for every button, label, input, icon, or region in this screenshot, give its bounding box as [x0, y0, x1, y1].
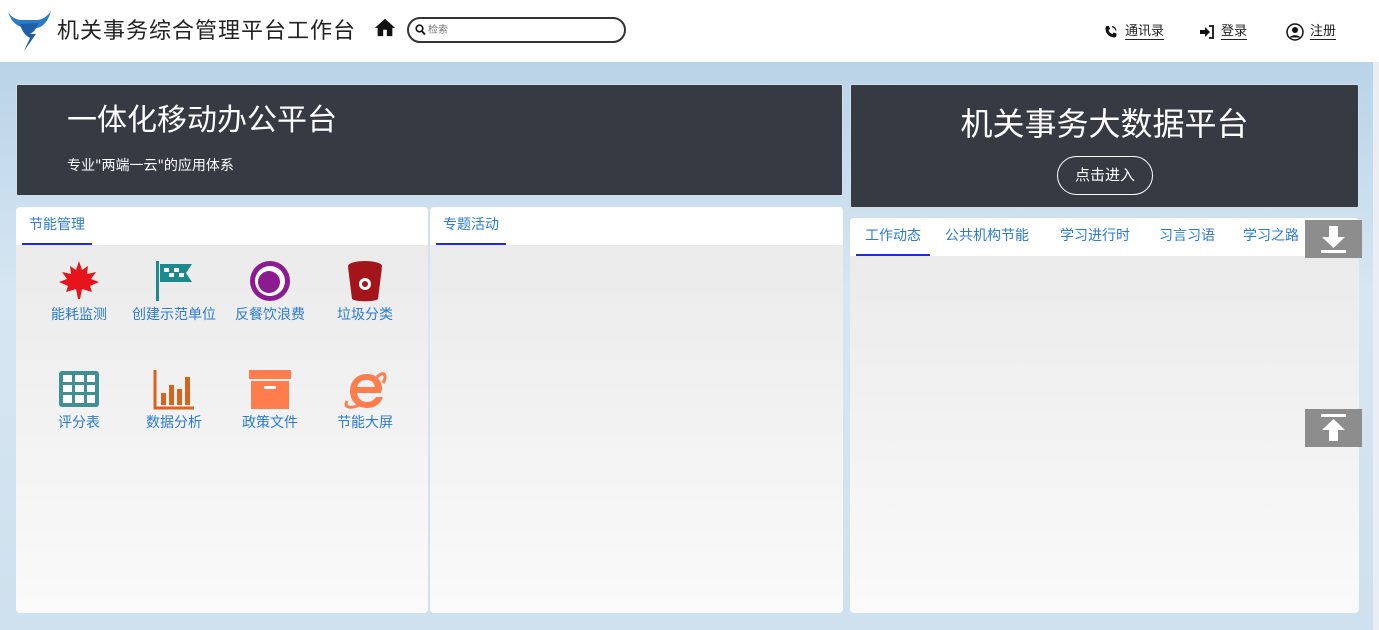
user-icon	[1286, 23, 1304, 41]
mobile-office-banner[interactable]: 一体化移动办公平台 专业"两端一云"的应用体系	[16, 84, 843, 196]
download-arrow-icon	[1321, 226, 1346, 253]
nav-contacts-label[interactable]: 通讯录	[1125, 24, 1165, 40]
app-garbage-sorting[interactable]: 垃圾分类	[319, 259, 411, 326]
bar-chart-icon	[153, 370, 194, 410]
app-energy-monitor[interactable]: 能耗监测	[33, 259, 125, 326]
nav-login[interactable]: 登录	[1199, 22, 1248, 42]
app-policy-documents[interactable]: 政策文件	[224, 367, 316, 434]
tab-special-activities[interactable]: 专题活动	[436, 207, 506, 245]
app-energy-screen-label: 节能大屏	[337, 415, 393, 431]
bull-logo-icon	[8, 11, 51, 51]
back-to-top-button[interactable]	[1305, 409, 1362, 447]
page-scrollbar[interactable]	[1373, 62, 1379, 630]
download-button[interactable]	[1305, 220, 1362, 258]
tab-study-road[interactable]: 学习之路	[1243, 218, 1299, 256]
big-data-title: 机关事务大数据平台	[960, 105, 1249, 143]
tab-energy-management[interactable]: 节能管理	[22, 207, 92, 245]
app-anti-food-waste-label: 反餐饮浪费	[235, 307, 305, 323]
activity-tabbar: 专题活动	[430, 207, 843, 245]
search-box[interactable]	[407, 17, 626, 43]
app-data-analysis-label: 数据分析	[146, 415, 202, 431]
app-energy-screen[interactable]: 节能大屏	[319, 367, 411, 434]
app-anti-food-waste[interactable]: 反餐饮浪费	[224, 259, 316, 326]
enter-button[interactable]: 点击进入	[1057, 156, 1153, 195]
table-grid-icon	[59, 371, 99, 407]
search-icon	[415, 24, 426, 36]
mobile-office-subtitle: 专业"两端一云"的应用体系	[67, 158, 234, 174]
app-demo-unit-label: 创建示范单位	[132, 307, 216, 323]
top-header: 机关事务综合管理平台工作台 通讯录 登录 注册	[0, 0, 1379, 62]
app-score-table-label: 评分表	[58, 415, 100, 431]
ie-browser-icon	[344, 372, 387, 409]
app-score-table[interactable]: 评分表	[33, 367, 125, 434]
archive-box-icon	[249, 370, 291, 409]
back-to-top-icon	[1321, 414, 1346, 441]
home-icon[interactable]	[374, 16, 396, 38]
nav-register[interactable]: 注册	[1286, 22, 1337, 42]
news-panel: 工作动态 公共机构节能 学习进行时 习言习语 学习之路	[850, 218, 1359, 613]
special-activities-panel: 专题活动	[430, 207, 843, 613]
app-data-analysis[interactable]: 数据分析	[128, 367, 220, 434]
app-garbage-sorting-label: 垃圾分类	[337, 307, 393, 323]
flags-icon	[156, 261, 192, 301]
nav-contacts[interactable]: 通讯录	[1103, 22, 1165, 42]
tab-work-news[interactable]: 工作动态	[856, 218, 930, 256]
tab-public-energy[interactable]: 公共机构节能	[945, 218, 1029, 256]
search-input[interactable]	[428, 21, 618, 39]
plate-icon	[250, 261, 290, 301]
phone-icon	[1105, 25, 1117, 38]
energy-tabbar: 节能管理	[16, 207, 428, 245]
app-energy-monitor-label: 能耗监测	[51, 307, 107, 323]
sign-in-icon	[1200, 25, 1214, 39]
tab-xi-quotes[interactable]: 习言习语	[1159, 218, 1215, 256]
trash-bin-icon	[348, 261, 382, 302]
app-demo-unit[interactable]: 创建示范单位	[128, 259, 220, 326]
news-tabbar: 工作动态 公共机构节能 学习进行时 习言习语 学习之路	[850, 218, 1359, 256]
nav-register-label[interactable]: 注册	[1310, 24, 1337, 40]
app-title: 机关事务综合管理平台工作台	[57, 19, 357, 44]
tab-study-in-progress[interactable]: 学习进行时	[1060, 218, 1130, 256]
nav-login-label[interactable]: 登录	[1221, 24, 1248, 40]
app-policy-documents-label: 政策文件	[242, 415, 298, 431]
big-data-banner: 机关事务大数据平台 点击进入	[850, 84, 1359, 208]
maple-leaf-icon	[59, 261, 99, 299]
energy-management-panel: 节能管理 能耗监测 创建示范单位 反餐饮浪费 垃圾分类 评分表 数据分析 政策文…	[16, 207, 428, 613]
mobile-office-title: 一体化移动办公平台	[67, 103, 337, 138]
